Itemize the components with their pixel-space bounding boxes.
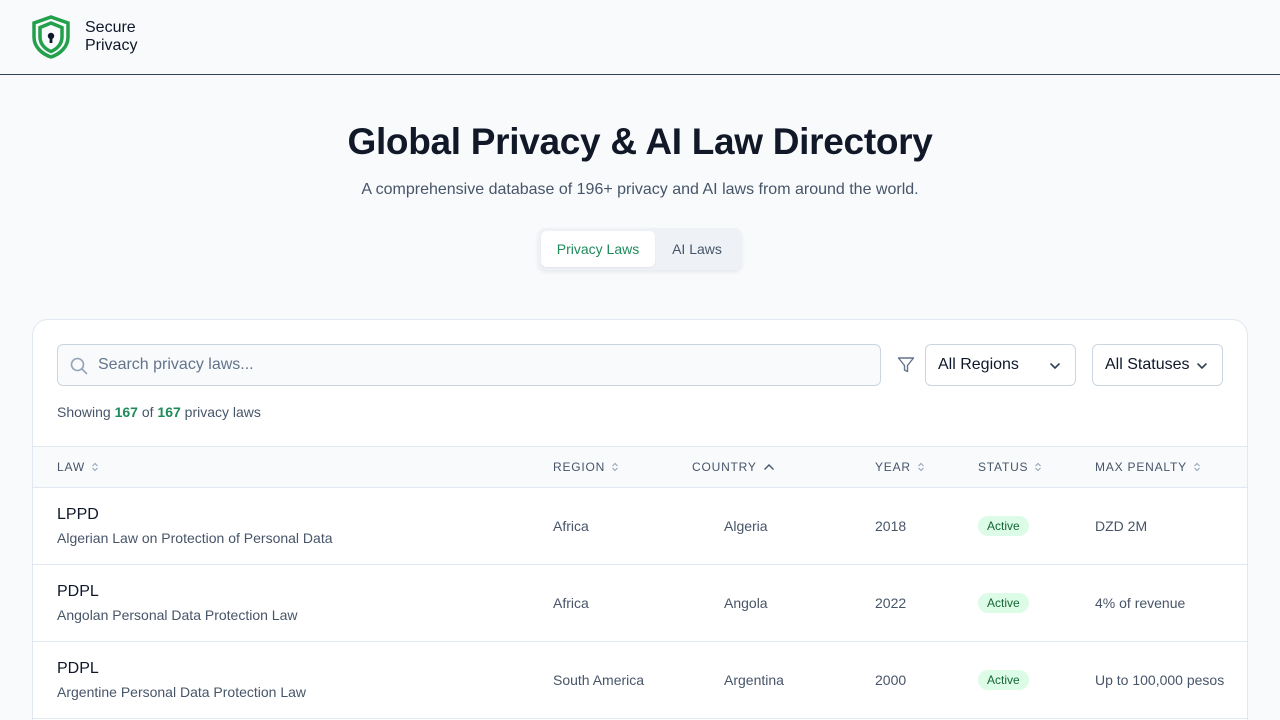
results-suffix: privacy laws (184, 404, 261, 420)
status-badge: Active (978, 593, 1029, 613)
shield-logo-icon (32, 15, 70, 59)
search-input[interactable] (98, 345, 868, 385)
sort-icon (1035, 462, 1042, 472)
region-cell: Africa (553, 518, 589, 534)
page-title: Global Privacy & AI Law Directory (347, 121, 933, 162)
law-full-name: Algerian Law on Protection of Personal D… (57, 530, 333, 546)
column-header-year[interactable]: YEAR (875, 447, 925, 487)
region-cell: Africa (553, 595, 589, 611)
column-header-law[interactable]: LAW (57, 447, 99, 487)
column-header-status[interactable]: STATUS (978, 447, 1042, 487)
law-full-name: Argentine Personal Data Protection Law (57, 684, 307, 700)
filter-icon (897, 357, 915, 373)
table-row[interactable]: PDPL Argentine Personal Data Protection … (33, 642, 1247, 719)
column-header-country[interactable]: COUNTRY (692, 447, 775, 487)
top-navbar: Secure Privacy (0, 0, 1280, 75)
country-cell: Algeria (724, 518, 768, 534)
column-header-label: STATUS (978, 460, 1029, 474)
results-shown: 167 (114, 404, 138, 420)
table-row[interactable]: LPPD Algerian Law on Protection of Perso… (33, 488, 1247, 565)
brand-name: Secure Privacy (85, 19, 137, 55)
region-cell: South America (553, 672, 645, 688)
penalty-cell: Up to 100,000 pesos (1095, 672, 1225, 688)
country-cell: Angola (724, 595, 768, 611)
tab-ai-laws[interactable]: AI Laws (655, 231, 739, 267)
results-total: 167 (157, 404, 181, 420)
brand-logo[interactable]: Secure Privacy (31, 15, 137, 59)
sort-icon (1194, 462, 1200, 472)
law-abbreviation: PDPL (57, 660, 99, 677)
status-badge: Active (978, 516, 1029, 536)
chevron-down-icon (1197, 363, 1207, 369)
country-cell: Argentina (724, 672, 784, 688)
year-cell: 2018 (875, 518, 907, 534)
law-full-name: Angolan Personal Data Protection Law (57, 607, 298, 623)
search-box (57, 344, 881, 386)
chevron-down-icon (1050, 363, 1060, 369)
results-prefix: Showing (57, 404, 111, 420)
table-row[interactable]: PDPL Angolan Personal Data Protection La… (33, 565, 1247, 642)
tab-privacy-laws[interactable]: Privacy Laws (541, 231, 655, 267)
status-select[interactable]: All Statuses (1092, 344, 1223, 386)
column-header-label: YEAR (875, 460, 911, 474)
status-select-value: All Statuses (1105, 356, 1190, 373)
column-header-max-penalty[interactable]: MAX PENALTY (1095, 447, 1201, 487)
sort-icon (92, 462, 98, 472)
column-header-region[interactable]: REGION (553, 447, 619, 487)
search-icon (70, 357, 88, 375)
column-header-label: LAW (57, 460, 85, 474)
page-subtitle: A comprehensive database of 196+ privacy… (361, 181, 919, 198)
law-abbreviation: LPPD (57, 506, 99, 523)
results-count: Showing 167 of 167 privacy laws (57, 404, 261, 420)
region-select[interactable]: All Regions (925, 344, 1076, 386)
sort-ascending-icon (763, 464, 774, 470)
year-cell: 2022 (875, 595, 907, 611)
column-header-label: REGION (553, 460, 606, 474)
region-select-value: All Regions (938, 356, 1019, 373)
sort-icon (612, 462, 619, 472)
sort-icon (918, 462, 924, 472)
law-directory-card: All Regions All Statuses Showing 167 of … (32, 319, 1248, 720)
status-badge: Active (978, 670, 1029, 690)
brand-name-line1: Secure (85, 19, 136, 36)
column-header-label: MAX PENALTY (1095, 460, 1187, 474)
penalty-cell: DZD 2M (1095, 518, 1148, 534)
penalty-cell: 4% of revenue (1095, 595, 1186, 611)
law-type-tabs: Privacy Laws AI Laws (538, 228, 742, 270)
law-abbreviation: PDPL (57, 583, 99, 600)
column-header-label: COUNTRY (692, 460, 757, 474)
year-cell: 2000 (875, 672, 907, 688)
results-of: of (141, 404, 154, 420)
brand-name-line2: Privacy (85, 37, 138, 54)
table-header: LAW REGION COUNTRY YEAR STATUS MAX PENAL… (33, 446, 1247, 488)
